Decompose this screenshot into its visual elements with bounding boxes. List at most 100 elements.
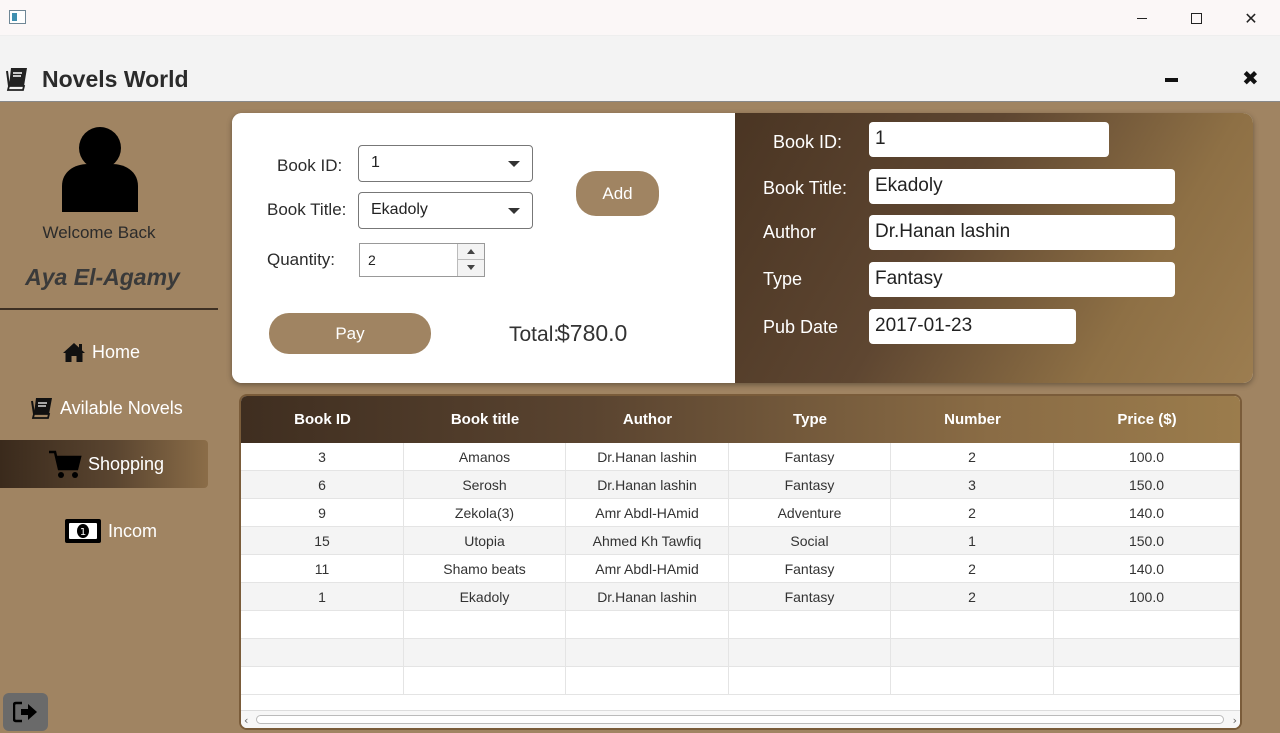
sidebar-divider [0,308,218,310]
table-cell: Fantasy [729,471,891,498]
svg-text:1: 1 [80,527,86,538]
table-cell: Ekadoly [404,583,566,610]
scrollbar-thumb[interactable] [256,715,1224,724]
table-cell: 2 [891,443,1054,470]
table-row[interactable]: 6 Serosh Dr.Hanan lashin Fantasy 3 150.0 [241,471,1240,499]
username: Aya El-Agamy [25,264,180,290]
horizontal-scrollbar[interactable]: ‹ › [241,710,1240,728]
app-close-button[interactable]: ✖ [1242,66,1259,91]
column-header[interactable]: Author [566,396,729,443]
sidebar-item-label: Home [92,341,141,362]
table-row[interactable]: 1 Ekadoly Dr.Hanan lashin Fantasy 2 100.… [241,583,1240,611]
decrement-arrow-icon[interactable] [458,260,484,276]
table-row[interactable]: 3 Amanos Dr.Hanan lashin Fantasy 2 100.0 [241,443,1240,471]
table-row[interactable]: 15 Utopia Ahmed Kh Tawfiq Social 1 150.0 [241,527,1240,555]
table-cell: Fantasy [729,555,891,582]
table-cell: 1 [241,583,404,610]
column-header[interactable]: Number [891,396,1054,443]
table-cell: 2 [891,499,1054,526]
table-cell: 6 [241,471,404,498]
column-header[interactable]: Type [729,396,891,443]
sidebar-item-home[interactable]: Home [62,328,140,376]
detail-type-label: Type [763,269,803,289]
sidebar-item-label: Shopping [88,453,165,474]
order-form: Book ID: 1 Book Title: Ekadoly Quantity:… [232,113,735,383]
main-content: Book ID: 1 Book Title: Ekadoly Quantity:… [219,102,1280,733]
table-cell: Serosh [404,471,566,498]
table-cell: 150.0 [1054,471,1240,498]
app-title: Novels World [42,66,189,92]
window-titlebar: ✕ [0,0,1280,36]
table-cell: Fantasy [729,443,891,470]
sidebar-item-shopping[interactable]: Shopping [0,440,208,488]
table-cell: Dr.Hanan lashin [566,471,729,498]
table-cell: 100.0 [1054,583,1240,610]
table-cell: Shamo beats [404,555,566,582]
sidebar-item-incom[interactable]: 1 Incom [64,507,157,555]
cart-table: Book ID Book title Author Type Number Pr… [239,394,1242,730]
money-icon: 1 [65,519,101,543]
table-cell: 150.0 [1054,527,1240,554]
window-maximize-button[interactable] [1168,0,1224,36]
detail-type-field[interactable]: Fantasy [869,262,1175,297]
sidebar-item-novels[interactable]: Avilable Novels [30,384,183,432]
table-cell: Fantasy [729,583,891,610]
logout-button[interactable] [3,693,48,731]
quantity-stepper[interactable]: 2 [359,243,485,277]
table-cell: 100.0 [1054,443,1240,470]
book-icon [31,398,52,419]
table-cell: 3 [241,443,404,470]
column-header[interactable]: Book ID [241,396,404,443]
window-close-button[interactable]: ✕ [1223,0,1279,36]
empty-table-row [241,611,1240,639]
table-cell: 3 [891,471,1054,498]
detail-book-id-label: Book ID: [773,132,843,152]
table-cell: 11 [241,555,404,582]
detail-author-label: Author [763,222,817,242]
table-cell: 140.0 [1054,555,1240,582]
book-id-select[interactable]: 1 [358,145,533,182]
table-cell: Adventure [729,499,891,526]
chevron-down-icon [508,208,520,214]
detail-book-id-field[interactable]: 1 [869,122,1109,157]
detail-pub-date-label: Pub Date [763,317,839,337]
table-row[interactable]: 11 Shamo beats Amr Abdl-HAmid Fantasy 2 … [241,555,1240,583]
book-title-select[interactable]: Ekadoly [358,192,533,229]
book-details-panel: Book ID: 1 Book Title: Ekadoly Author Dr… [735,113,1253,383]
sidebar-item-label: Incom [108,520,158,541]
window-minimize-button[interactable] [1114,0,1170,36]
logout-icon [12,701,37,723]
table-cell: Zekola(3) [404,499,566,526]
scroll-left-arrow-icon[interactable]: ‹ [244,714,248,727]
column-header[interactable]: Price ($) [1054,396,1240,443]
column-header[interactable]: Book title [404,396,566,443]
app-window-icon [9,10,26,24]
detail-author-field[interactable]: Dr.Hanan lashin [869,215,1175,250]
table-cell: 1 [891,527,1054,554]
total-value: $780.0 [557,320,628,346]
detail-book-title-label: Book Title: [763,178,848,198]
table-cell: Dr.Hanan lashin [566,583,729,610]
detail-book-title-field[interactable]: Ekadoly [869,169,1175,204]
table-cell: 2 [891,583,1054,610]
add-button[interactable]: Add [576,171,659,216]
table-body: 3 Amanos Dr.Hanan lashin Fantasy 2 100.0… [241,443,1240,695]
sidebar: Welcome Back Aya El-Agamy Home Avilable … [0,102,219,733]
scroll-right-arrow-icon[interactable]: › [1233,714,1237,727]
table-cell: 15 [241,527,404,554]
pay-button[interactable]: Pay [269,313,431,354]
cart-icon [49,450,82,478]
increment-arrow-icon[interactable] [458,244,484,260]
table-row[interactable]: 9 Zekola(3) Amr Abdl-HAmid Adventure 2 1… [241,499,1240,527]
app-minimize-button[interactable] [1165,78,1178,82]
app-header: Novels World ✖ [0,36,1280,102]
quantity-value: 2 [368,252,376,268]
total-label: Total: [509,323,560,346]
book-title-label: Book Title: [267,200,347,219]
welcome-text: Welcome Back [42,223,156,242]
detail-pub-date-field[interactable]: 2017-01-23 [869,309,1076,344]
chevron-down-icon [508,161,520,167]
order-card: Book ID: 1 Book Title: Ekadoly Quantity:… [232,113,1253,383]
sidebar-item-label: Avilable Novels [60,397,183,418]
user-avatar-icon [62,127,138,212]
